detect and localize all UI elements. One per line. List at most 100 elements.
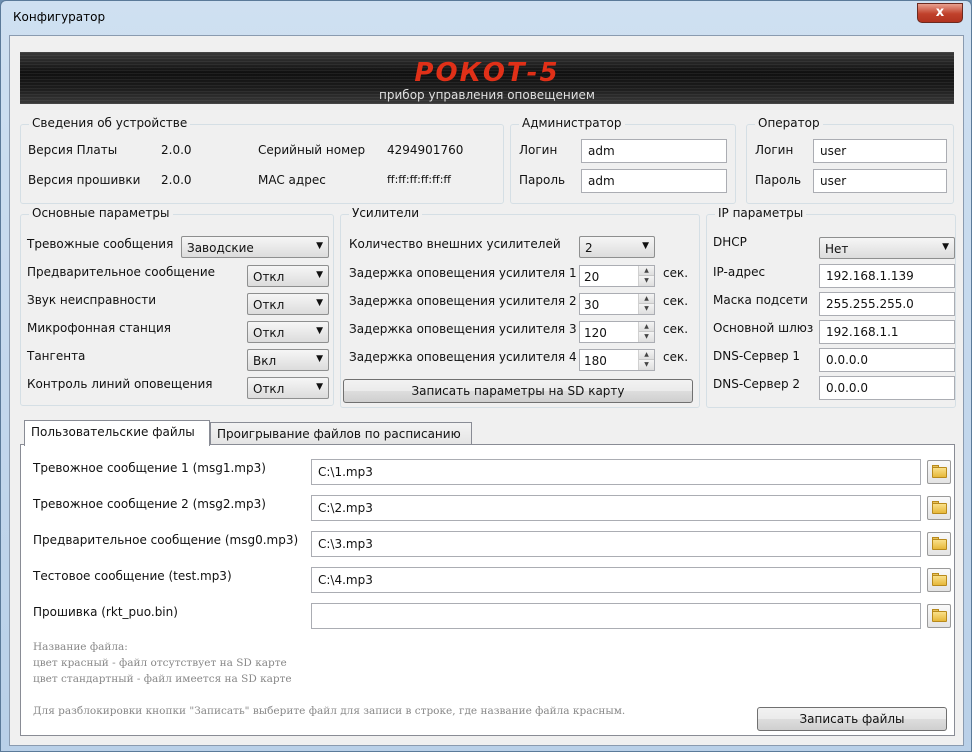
file-1-label: Тревожное сообщение 1 (msg1.mp3) — [33, 461, 266, 475]
ip-params-title: IP параметры — [715, 206, 807, 220]
amp-delay-1-value: 20 — [584, 270, 600, 284]
amp-delay-4-label: Задержка оповещения усилителя 4 — [349, 350, 577, 364]
spin-up-icon[interactable]: ▲ — [639, 266, 654, 276]
operator-login-field[interactable]: user — [813, 139, 947, 163]
folder-body — [932, 503, 947, 514]
chevron-down-icon: ▼ — [316, 241, 323, 251]
mic-station-select[interactable]: Откл ▼ — [247, 321, 329, 343]
admin-login-label: Логин — [519, 143, 558, 157]
amp-delay-2-value: 30 — [584, 298, 600, 312]
fault-sound-select[interactable]: Откл ▼ — [247, 293, 329, 315]
amp-delay-3-value: 120 — [584, 326, 607, 340]
amp-count-select[interactable]: 2 ▼ — [579, 236, 655, 258]
browse-file-1-button[interactable] — [927, 460, 951, 484]
spin-down-icon[interactable]: ▼ — [639, 304, 654, 314]
ptt-label: Тангента — [27, 349, 86, 363]
gateway-field[interactable]: 192.168.1.1 — [819, 320, 955, 344]
device-info-title: Сведения об устройстве — [29, 116, 191, 130]
admin-title: Администратор — [519, 116, 625, 130]
file-5-label: Прошивка (rkt_puo.bin) — [33, 605, 178, 619]
folder-body — [932, 575, 947, 586]
brand-subtitle: прибор управления оповещением — [379, 88, 595, 102]
basic-params-group: Основные параметры Тревожные сообщения З… — [20, 206, 334, 406]
browse-file-2-button[interactable] — [927, 496, 951, 520]
chevron-down-icon: ▼ — [316, 270, 323, 280]
configurator-window: Конфигуратор x РОКОТ-5 прибор управления… — [0, 0, 972, 752]
admin-login-field[interactable]: adm — [581, 139, 727, 163]
browse-file-5-button[interactable] — [927, 604, 951, 628]
prelim-message-select[interactable]: Откл ▼ — [247, 265, 329, 287]
spin-down-icon[interactable]: ▼ — [639, 332, 654, 342]
amp-delay-4-value: 180 — [584, 354, 607, 368]
folder-body — [932, 539, 947, 550]
prelim-message-value: Откл — [253, 270, 285, 284]
amp-delay-1-spinner[interactable]: 20 ▲ ▼ — [579, 265, 655, 287]
browse-file-4-button[interactable] — [927, 568, 951, 592]
amp-delay-4-spinner[interactable]: 180 ▲ ▼ — [579, 349, 655, 371]
operator-password-field[interactable]: user — [813, 169, 947, 193]
write-files-button[interactable]: Записать файлы — [757, 707, 947, 731]
tab-schedule-playback[interactable]: Проигрывание файлов по расписанию — [210, 422, 472, 446]
gateway-label: Основной шлюз — [713, 321, 814, 335]
ptt-value: Вкл — [253, 354, 277, 368]
mac-address-value: ff:ff:ff:ff:ff:ff — [387, 173, 452, 186]
chevron-down-icon: ▼ — [316, 382, 323, 392]
file-3-path[interactable]: C:\3.mp3 — [311, 531, 921, 557]
file-legend-standard: цвет стандартный - файл имеется на SD ка… — [33, 673, 292, 685]
amp-delay-2-spinner[interactable]: 30 ▲ ▼ — [579, 293, 655, 315]
firmware-version-label: Версия прошивки — [28, 173, 141, 187]
board-version-value: 2.0.0 — [161, 143, 192, 157]
ip-address-field[interactable]: 192.168.1.139 — [819, 264, 955, 288]
amp-delay-3-label: Задержка оповещения усилителя 3 — [349, 322, 577, 336]
spin-up-icon[interactable]: ▲ — [639, 350, 654, 360]
operator-title: Оператор — [755, 116, 823, 130]
dns2-field[interactable]: 0.0.0.0 — [819, 376, 955, 400]
browse-file-3-button[interactable] — [927, 532, 951, 556]
operator-login-label: Логин — [755, 143, 794, 157]
admin-password-field[interactable]: adm — [581, 169, 727, 193]
file-4-path[interactable]: C:\4.mp3 — [311, 567, 921, 593]
client-area: РОКОТ-5 прибор управления оповещением Св… — [9, 35, 964, 746]
prelim-message-label: Предварительное сообщение — [27, 265, 216, 279]
admin-group: Администратор Логин adm Пароль adm — [510, 116, 736, 204]
chevron-down-icon: ▼ — [316, 298, 323, 308]
alarm-messages-select[interactable]: Заводские ▼ — [181, 236, 329, 258]
line-control-select[interactable]: Откл ▼ — [247, 377, 329, 399]
amp-delay-1-unit: сек. — [663, 266, 689, 280]
spinner-buttons: ▲ ▼ — [638, 350, 654, 370]
amp-delay-3-unit: сек. — [663, 322, 689, 336]
subnet-mask-field[interactable]: 255.255.255.0 — [819, 292, 955, 316]
user-files-panel: Тревожное сообщение 1 (msg1.mp3) C:\1.mp… — [20, 444, 955, 736]
amp-delay-1-label: Задержка оповещения усилителя 1 — [349, 266, 577, 280]
dhcp-select[interactable]: Нет ▼ — [819, 237, 955, 259]
file-5-path[interactable] — [311, 603, 921, 629]
tab-user-files[interactable]: Пользовательские файлы — [24, 420, 210, 446]
spin-up-icon[interactable]: ▲ — [639, 294, 654, 304]
subnet-mask-label: Маска подсети — [713, 293, 808, 307]
file-1-path[interactable]: C:\1.mp3 — [311, 459, 921, 485]
line-control-label: Контроль линий оповещения — [27, 377, 213, 391]
chevron-down-icon: ▼ — [642, 241, 649, 251]
write-sd-button[interactable]: Записать параметры на SD карту — [343, 379, 693, 403]
operator-password-label: Пароль — [755, 173, 802, 187]
ptt-select[interactable]: Вкл ▼ — [247, 349, 329, 371]
file-2-label: Тревожное сообщение 2 (msg2.mp3) — [33, 497, 266, 511]
spin-down-icon[interactable]: ▼ — [639, 276, 654, 286]
dns1-field[interactable]: 0.0.0.0 — [819, 348, 955, 372]
spin-down-icon[interactable]: ▼ — [639, 360, 654, 370]
mac-address-label: MAC адрес — [258, 173, 326, 187]
device-info-group: Сведения об устройстве Версия Платы 2.0.… — [20, 116, 504, 204]
title-bar[interactable]: Конфигуратор x — [1, 1, 971, 35]
serial-number-value: 4294901760 — [387, 143, 464, 157]
dns2-label: DNS-Сервер 2 — [713, 377, 801, 391]
dns1-label: DNS-Сервер 1 — [713, 349, 801, 363]
amp-delay-3-spinner[interactable]: 120 ▲ ▼ — [579, 321, 655, 343]
unlock-hint: Для разблокировки кнопки "Записать" выбе… — [33, 705, 626, 717]
file-2-path[interactable]: C:\2.mp3 — [311, 495, 921, 521]
spin-up-icon[interactable]: ▲ — [639, 322, 654, 332]
firmware-version-value: 2.0.0 — [161, 173, 192, 187]
close-button[interactable]: x — [917, 3, 963, 23]
chevron-down-icon: ▼ — [316, 354, 323, 364]
amplifiers-title: Усилители — [349, 206, 423, 220]
fault-sound-label: Звук неисправности — [27, 293, 157, 307]
